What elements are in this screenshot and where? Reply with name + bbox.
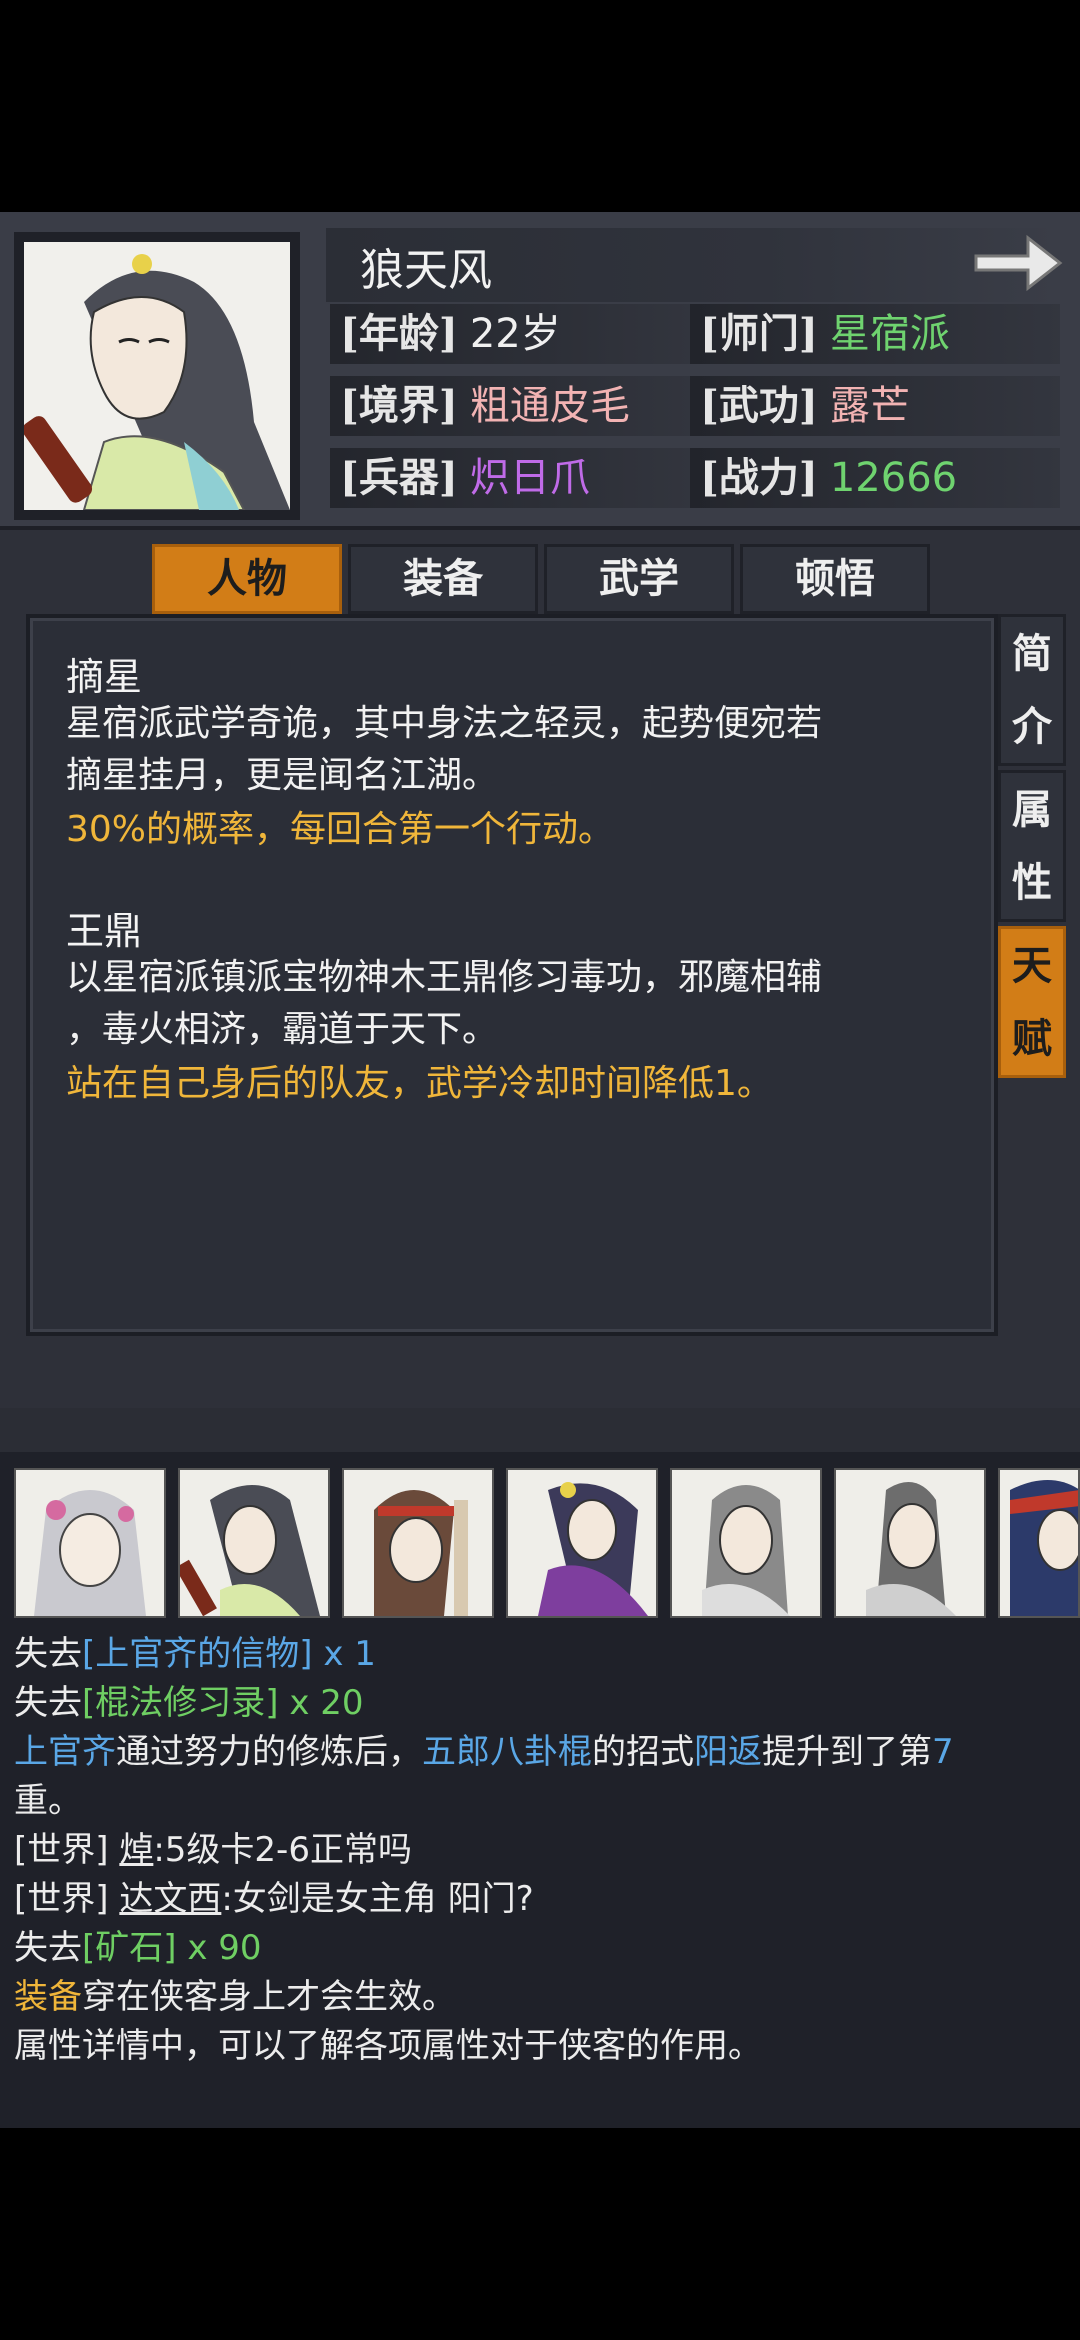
- stat-value: 炽日爪: [469, 455, 590, 501]
- log-line: [世界] 达文西:女剑是女主角 阳门?: [14, 1875, 534, 1923]
- talent-description: 摘星挂月，更是闻名江湖。: [66, 755, 499, 796]
- log-line: 失去[棍法修习录] x 20: [14, 1679, 364, 1727]
- talent-title: 摘星: [66, 655, 143, 699]
- side-tab-char: 简: [1012, 630, 1052, 677]
- character-panel: 狼天风 [年龄] 22岁 [师门] 星宿派 [境界] 粗通皮毛 [武功] 露芒 [兵器]…: [0, 212, 1080, 530]
- log-text: 失去: [14, 1634, 82, 1674]
- hero-avatar[interactable]: [178, 1468, 330, 1618]
- log-channel: [世界]: [14, 1879, 109, 1919]
- log-text: 提升到了第: [762, 1732, 932, 1772]
- stat-sect: [师门] 星宿派: [700, 306, 950, 362]
- character-name: 狼天风: [360, 245, 492, 296]
- talent-description: 星宿派武学奇诡，其中身法之轻灵，起势便宛若: [66, 703, 823, 744]
- detail-area: 人物 装备 武学 顿悟 摘星 星宿派武学奇诡，其中身法之轻灵，起势便宛若 摘星挂…: [0, 530, 1080, 1408]
- next-character-arrow-icon[interactable]: [970, 230, 1066, 296]
- side-tab-talent[interactable]: 天 赋: [998, 926, 1066, 1078]
- stat-value: 露芒: [829, 383, 910, 429]
- stat-label: [武功]: [700, 382, 818, 429]
- character-portrait: [24, 242, 290, 510]
- talent-title: 王鼎: [66, 909, 143, 953]
- stat-label: [兵器]: [340, 454, 458, 501]
- stat-label: [境界]: [340, 382, 458, 429]
- log-skill-link[interactable]: 五郎八卦棍: [422, 1732, 592, 1772]
- log-line: 属性详情中，可以了解各项属性对于侠客的作用。: [14, 2022, 762, 2070]
- log-item-link[interactable]: [矿石]: [82, 1928, 177, 1968]
- portrait-frame: [14, 232, 300, 520]
- log-text: 的招式: [592, 1732, 694, 1772]
- talent-description: ，毒火相济，霸道于天下。: [66, 1009, 499, 1050]
- log-hero-link[interactable]: 上官齐: [14, 1732, 116, 1772]
- stat-label: [战力]: [700, 454, 818, 501]
- log-line: 装备穿在侠客身上才会生效。: [14, 1973, 456, 2021]
- side-tab-char: 介: [1012, 703, 1052, 750]
- stat-power: [战力] 12666: [700, 450, 957, 506]
- stat-label: [年龄]: [340, 310, 458, 357]
- stat-value: 星宿派: [829, 311, 950, 357]
- navigation-bar-area: [0, 2128, 1080, 2340]
- log-keyword: 装备: [14, 1977, 82, 2017]
- hero-roster[interactable]: [0, 1468, 1080, 1620]
- stat-weapon: [兵器] 炽日爪: [340, 450, 590, 506]
- log-item-link[interactable]: [上官齐的信物]: [82, 1634, 313, 1674]
- log-text: 失去: [14, 1928, 82, 1968]
- log-text: x 90: [176, 1928, 262, 1968]
- log-line: 失去[上官齐的信物] x 1: [14, 1630, 376, 1678]
- log-move-link[interactable]: 阳返: [694, 1732, 762, 1772]
- side-tab-intro[interactable]: 简 介: [998, 614, 1066, 766]
- stat-martial: [武功] 露芒: [700, 378, 910, 434]
- side-tab-char: 属: [1012, 786, 1052, 833]
- log-text: x 1: [312, 1634, 376, 1674]
- message-log-area: 失去[上官齐的信物] x 1 失去[棍法修习录] x 20 上官齐通过努力的修炼…: [0, 1452, 1080, 2128]
- stat-value: 22岁: [469, 311, 561, 357]
- log-text: 重。: [14, 1781, 82, 1821]
- hero-avatar[interactable]: [670, 1468, 822, 1618]
- log-text: 穿在侠客身上才会生效。: [82, 1977, 456, 2017]
- log-channel: [世界]: [14, 1830, 109, 1870]
- side-tab-char: 赋: [1012, 1015, 1052, 1062]
- hero-avatar[interactable]: [834, 1468, 986, 1618]
- divider-band: [0, 1408, 1080, 1452]
- log-line: 上官齐通过努力的修炼后，五郎八卦棍的招式阳返提升到了第7: [14, 1728, 954, 1776]
- stat-label: [师门]: [700, 310, 818, 357]
- tab-character[interactable]: 人物: [152, 544, 342, 614]
- talent-content-box: 摘星 星宿派武学奇诡，其中身法之轻灵，起势便宛若 摘星挂月，更是闻名江湖。 30…: [26, 614, 998, 1336]
- tab-martial-arts[interactable]: 武学: [544, 544, 734, 614]
- log-text: :女剑是女主角 阳门?: [221, 1879, 534, 1919]
- log-text: 失去: [14, 1683, 82, 1723]
- hero-avatar[interactable]: [14, 1468, 166, 1618]
- side-tab-attributes[interactable]: 属 性: [998, 770, 1066, 922]
- log-line: 重。: [14, 1777, 82, 1825]
- log-text: 通过努力的修炼后，: [116, 1732, 422, 1772]
- log-text: 属性详情中，可以了解各项属性对于侠客的作用。: [14, 2026, 762, 2066]
- status-bar-area: [0, 0, 1080, 212]
- log-player-link[interactable]: 焯: [119, 1830, 153, 1870]
- hero-avatar[interactable]: [342, 1468, 494, 1618]
- stat-realm: [境界] 粗通皮毛: [340, 378, 630, 434]
- side-tab-char: 天: [1012, 942, 1052, 989]
- talent-effect: 30%的概率，每回合第一个行动。: [66, 809, 615, 850]
- log-player-link[interactable]: 达文西: [119, 1879, 221, 1919]
- log-line: [世界] 焯:5级卡2-6正常吗: [14, 1826, 412, 1874]
- hero-avatar[interactable]: [506, 1468, 658, 1618]
- stat-value: 粗通皮毛: [469, 383, 630, 429]
- tab-equipment[interactable]: 装备: [348, 544, 538, 614]
- log-level: 7: [932, 1732, 954, 1772]
- log-text: x 20: [278, 1683, 364, 1723]
- talent-description: 以星宿派镇派宝物神木王鼎修习毒功，邪魔相辅: [66, 957, 823, 998]
- tab-insight[interactable]: 顿悟: [740, 544, 930, 614]
- hero-avatar[interactable]: [998, 1468, 1080, 1618]
- talent-effect: 站在自己身后的队友，武学冷却时间降低1。: [66, 1063, 773, 1104]
- side-tab-char: 性: [1012, 859, 1052, 906]
- log-item-link[interactable]: [棍法修习录]: [82, 1683, 279, 1723]
- log-line: 失去[矿石] x 90: [14, 1924, 262, 1972]
- stat-age: [年龄] 22岁: [340, 306, 561, 362]
- stat-value: 12666: [829, 455, 958, 501]
- log-text: :5级卡2-6正常吗: [153, 1830, 412, 1870]
